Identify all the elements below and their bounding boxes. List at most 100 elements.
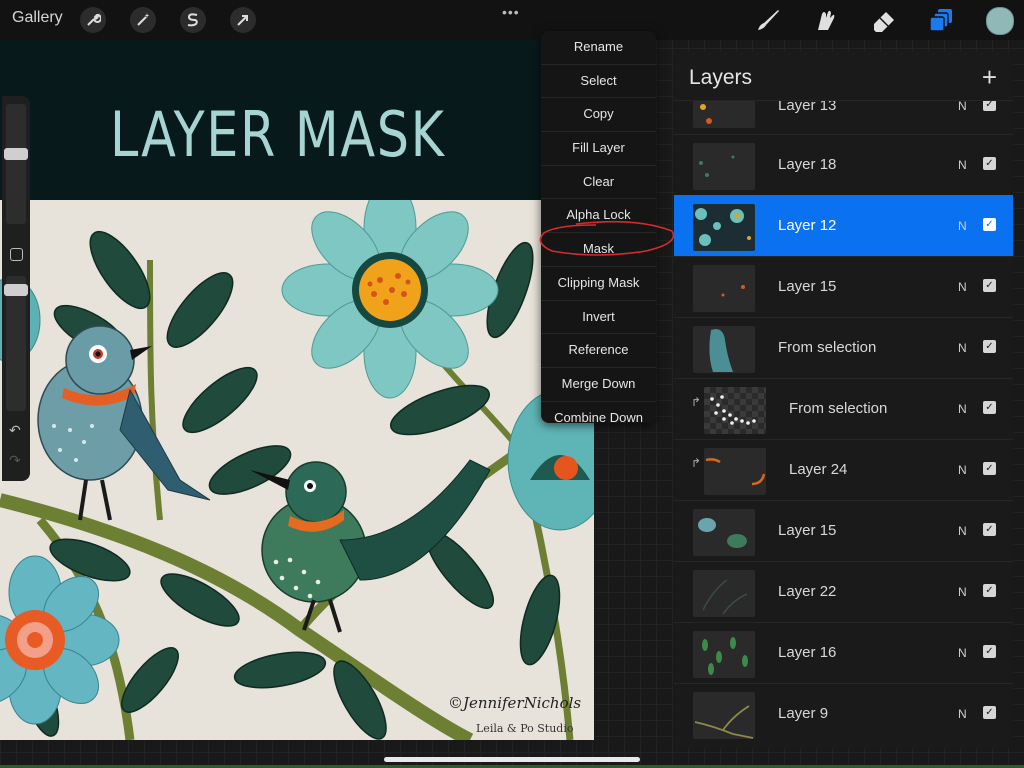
layer-name: Layer 9 bbox=[778, 705, 829, 722]
layer-name: Layer 16 bbox=[778, 644, 837, 661]
visibility-checkbox[interactable]: ✓ bbox=[983, 340, 996, 353]
brush-size-slider[interactable] bbox=[4, 104, 28, 224]
visibility-checkbox[interactable]: ✓ bbox=[983, 101, 996, 111]
brush-icon[interactable] bbox=[754, 6, 782, 39]
opacity-slider[interactable] bbox=[4, 276, 28, 411]
eraser-icon[interactable] bbox=[870, 6, 898, 39]
visibility-checkbox[interactable]: ✓ bbox=[983, 645, 996, 658]
more-options-icon[interactable]: ••• bbox=[502, 4, 520, 20]
layer-row[interactable]: Layer 15 N ✓ bbox=[674, 500, 1013, 561]
blend-mode[interactable]: N bbox=[958, 341, 967, 355]
layer-name: Layer 15 bbox=[778, 278, 837, 295]
canvas-title-text: LAYER MASK bbox=[110, 98, 446, 171]
selection-icon[interactable] bbox=[180, 7, 206, 33]
layers-panel: Layers + Layer 13 N ✓ Layer 18 N ✓ Layer… bbox=[674, 52, 1013, 748]
layer-name: Layer 12 bbox=[778, 217, 837, 234]
menu-item-clear[interactable]: Clear bbox=[541, 166, 656, 200]
menu-item-copy[interactable]: Copy bbox=[541, 98, 656, 133]
layer-name: Layer 15 bbox=[778, 522, 837, 539]
layer-thumbnail bbox=[693, 326, 755, 373]
top-toolbar: Gallery ••• bbox=[0, 0, 1024, 40]
menu-item-merge-down[interactable]: Merge Down bbox=[541, 368, 656, 402]
layers-panel-title: Layers bbox=[689, 66, 753, 89]
menu-item-rename[interactable]: Rename bbox=[541, 31, 656, 65]
drawing-canvas[interactable]: LAYER MASK ©JenniferNichols Leila & Po S… bbox=[0, 40, 594, 740]
layer-thumbnail bbox=[693, 101, 755, 128]
layer-thumbnail bbox=[704, 387, 766, 434]
layer-row[interactable]: From selection N ✓ bbox=[674, 317, 1013, 378]
gallery-button[interactable]: Gallery bbox=[12, 9, 63, 27]
clipping-indicator-icon: ↱ bbox=[691, 456, 702, 470]
layer-name: Layer 13 bbox=[778, 100, 837, 114]
layer-row[interactable]: Layer 15 N ✓ bbox=[674, 256, 1013, 317]
visibility-checkbox[interactable]: ✓ bbox=[983, 157, 996, 170]
blend-mode[interactable]: N bbox=[958, 219, 967, 233]
visibility-checkbox[interactable]: ✓ bbox=[983, 462, 996, 475]
layer-row[interactable]: Layer 12 N ✓ bbox=[674, 195, 1013, 256]
blend-mode[interactable]: N bbox=[958, 402, 967, 416]
modify-button[interactable] bbox=[10, 248, 23, 261]
menu-item-invert[interactable]: Invert bbox=[541, 301, 656, 335]
layer-thumbnail bbox=[693, 509, 755, 556]
color-picker-swatch[interactable] bbox=[986, 7, 1014, 35]
blend-mode[interactable]: N bbox=[958, 463, 967, 477]
layer-row[interactable]: Layer 13 N ✓ bbox=[674, 100, 1013, 133]
bird-illustration bbox=[0, 181, 594, 740]
layer-name: Layer 18 bbox=[778, 156, 837, 173]
layer-thumbnail bbox=[693, 692, 755, 739]
wrench-icon[interactable] bbox=[80, 7, 106, 33]
layer-row[interactable]: Layer 9 N ✓ bbox=[674, 683, 1013, 744]
menu-item-alpha-lock[interactable]: Alpha Lock bbox=[541, 199, 656, 234]
opacity-thumb[interactable] bbox=[4, 284, 28, 296]
layer-name: From selection bbox=[789, 400, 888, 417]
blend-mode[interactable]: N bbox=[958, 158, 967, 172]
blend-mode[interactable]: N bbox=[958, 707, 967, 721]
artist-signature: ©JenniferNichols bbox=[448, 694, 582, 712]
layers-icon[interactable] bbox=[928, 6, 956, 39]
smudge-icon[interactable] bbox=[812, 6, 840, 39]
canvas-header-band: LAYER MASK bbox=[0, 40, 594, 200]
layer-thumbnail bbox=[693, 204, 755, 251]
illustration-art bbox=[0, 181, 594, 740]
menu-item-select[interactable]: Select bbox=[541, 65, 656, 99]
menu-item-combine-down[interactable]: Combine Down bbox=[541, 402, 656, 423]
menu-item-clipping-mask[interactable]: Clipping Mask bbox=[541, 267, 656, 301]
layer-thumbnail bbox=[693, 570, 755, 617]
layer-name: Layer 24 bbox=[789, 461, 848, 478]
menu-item-mask[interactable]: Mask bbox=[541, 233, 656, 267]
magic-wand-icon[interactable] bbox=[130, 7, 156, 33]
blend-mode[interactable]: N bbox=[958, 524, 967, 538]
layer-row[interactable]: Layer 22 N ✓ bbox=[674, 561, 1013, 622]
blend-mode[interactable]: N bbox=[958, 101, 967, 113]
layer-thumbnail bbox=[693, 265, 755, 312]
transform-arrow-icon[interactable] bbox=[230, 7, 256, 33]
menu-item-fill-layer[interactable]: Fill Layer bbox=[541, 132, 656, 166]
visibility-checkbox[interactable]: ✓ bbox=[983, 218, 996, 231]
blend-mode[interactable]: N bbox=[958, 280, 967, 294]
visibility-checkbox[interactable]: ✓ bbox=[983, 584, 996, 597]
redo-icon[interactable]: ↷ bbox=[9, 452, 21, 469]
layer-name: Layer 22 bbox=[778, 583, 837, 600]
layer-thumbnail bbox=[704, 448, 766, 495]
studio-name: Leila & Po Studio bbox=[476, 722, 574, 735]
clipping-indicator-icon: ↱ bbox=[691, 395, 702, 409]
layer-row[interactable]: Layer 16 N ✓ bbox=[674, 622, 1013, 683]
blend-mode[interactable]: N bbox=[958, 585, 967, 599]
layer-row[interactable]: Layer 18 N ✓ bbox=[674, 134, 1013, 195]
home-indicator[interactable] bbox=[384, 757, 640, 762]
layer-row[interactable]: ↱ Layer 24 N ✓ bbox=[674, 439, 1013, 500]
layer-thumbnail bbox=[693, 631, 755, 678]
visibility-checkbox[interactable]: ✓ bbox=[983, 706, 996, 719]
visibility-checkbox[interactable]: ✓ bbox=[983, 401, 996, 414]
brush-size-thumb[interactable] bbox=[4, 148, 28, 160]
layer-name: From selection bbox=[778, 339, 877, 356]
layer-thumbnail bbox=[693, 143, 755, 190]
menu-item-reference[interactable]: Reference bbox=[541, 334, 656, 368]
visibility-checkbox[interactable]: ✓ bbox=[983, 523, 996, 536]
add-layer-button[interactable]: + bbox=[982, 62, 997, 93]
undo-icon[interactable]: ↶ bbox=[9, 422, 21, 439]
blend-mode[interactable]: N bbox=[958, 646, 967, 660]
layer-row[interactable]: ↱ From selection N ✓ bbox=[674, 378, 1013, 439]
visibility-checkbox[interactable]: ✓ bbox=[983, 279, 996, 292]
layer-options-menu: Rename Select Copy Fill Layer Clear Alph… bbox=[541, 31, 656, 423]
